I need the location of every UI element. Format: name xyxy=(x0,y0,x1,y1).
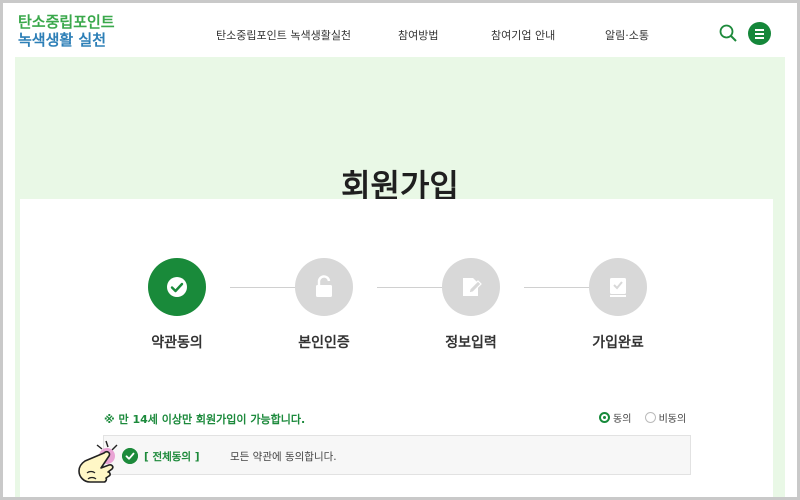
unlock-icon xyxy=(316,275,332,297)
agree-all-text: 모든 약관에 동의합니다. xyxy=(230,451,337,463)
agree-all-tag: [ 전체동의 ] xyxy=(144,451,200,463)
step-terms-agreement: 약관동의 xyxy=(117,258,237,352)
hamburger-icon xyxy=(755,29,764,31)
nav-item-green-life[interactable]: 탄소중립포인트 녹색생활실천 xyxy=(216,27,351,43)
site-header: 탄소중립포인트 녹색생활 실천 탄소중립포인트 녹색생활실천 참여방법 참여기업… xyxy=(3,3,797,57)
nav-item-partners[interactable]: 참여기업 안내 xyxy=(491,27,555,43)
radio-dot xyxy=(644,412,656,423)
step-label: 약관동의 xyxy=(151,335,203,351)
logo-line-2: 녹색생활 실천 xyxy=(18,31,107,49)
hamburger-menu-button[interactable] xyxy=(748,22,771,45)
radio-disagree[interactable]: 비동의 xyxy=(644,410,687,425)
edit-icon xyxy=(463,278,482,296)
nav-item-notice[interactable]: 알림·소통 xyxy=(605,27,649,43)
pointing-hand-icon xyxy=(78,440,118,483)
step-label: 본인인증 xyxy=(298,335,350,351)
radio-label: 동의 xyxy=(613,414,632,425)
clipboard-check-icon xyxy=(610,278,626,297)
step-complete: 가입완료 xyxy=(558,258,678,352)
screenshot-frame: 탄소중립포인트 녹색생활 실천 탄소중립포인트 녹색생활실천 참여방법 참여기업… xyxy=(0,0,800,500)
site-logo[interactable]: 탄소중립포인트 녹색생활 실천 xyxy=(18,13,115,49)
step-label: 가입완료 xyxy=(592,335,644,351)
check-icon xyxy=(167,277,187,297)
radio-label: 비동의 xyxy=(658,414,687,425)
step-circle xyxy=(295,258,353,316)
age-notice: ※ 만 14세 이상만 회원가입이 가능합니다. xyxy=(104,413,306,426)
search-icon[interactable] xyxy=(719,24,737,42)
step-circle xyxy=(589,258,647,316)
step-circle xyxy=(148,258,206,316)
radio-dot xyxy=(599,412,610,423)
consent-radio-group: 동의 비동의 xyxy=(599,410,696,426)
radio-agree[interactable]: 동의 xyxy=(599,410,631,425)
agree-all-box[interactable]: [ 전체동의 ] 모든 약관에 동의합니다. xyxy=(103,435,691,475)
step-label: 정보입력 xyxy=(445,335,497,351)
logo-line-1: 탄소중립포인트 xyxy=(18,13,115,31)
step-info-entry: 정보입력 xyxy=(411,258,531,352)
step-identity-verification: 본인인증 xyxy=(264,258,384,352)
nav-item-how-to-join[interactable]: 참여방법 xyxy=(398,27,438,43)
step-circle xyxy=(442,258,500,316)
agree-all-checkbox[interactable] xyxy=(122,448,138,464)
